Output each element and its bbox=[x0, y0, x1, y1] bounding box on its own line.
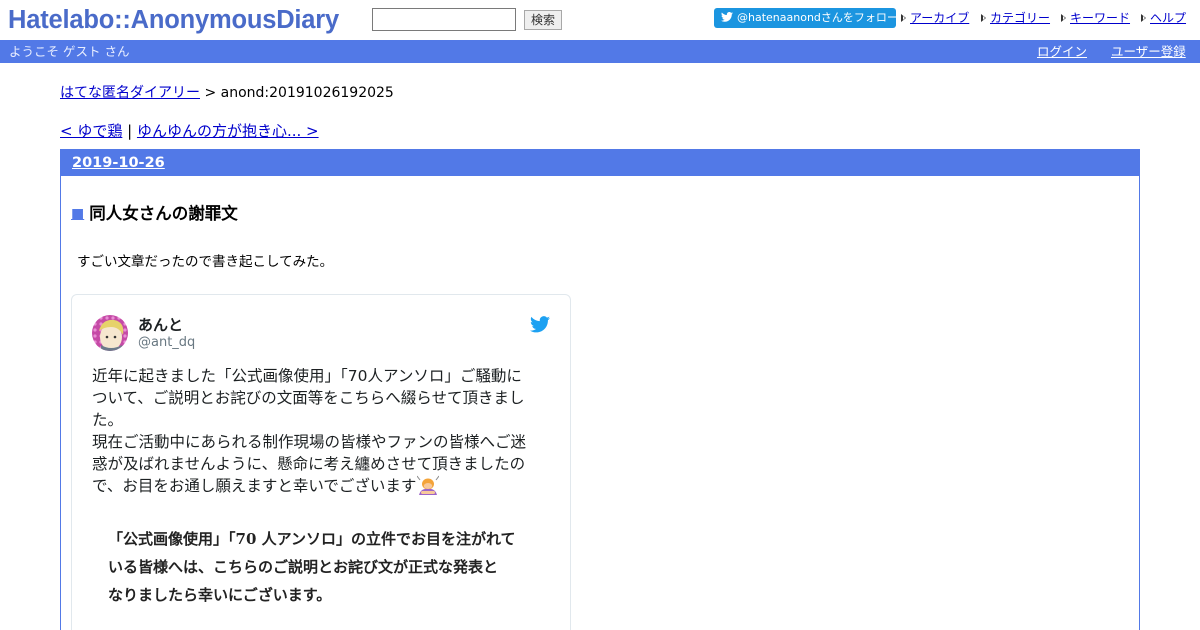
tweet-image-text: 「公式画像使用」「70 人アンソロ」の立件でお目を注がれて いる皆様へは、こちら… bbox=[108, 525, 516, 609]
nav-archive-link[interactable]: アーカイブ bbox=[901, 10, 969, 26]
diary-day-section: 2019-10-26 ■ 同人女さんの謝罪文 すごい文章だったので書き起こしてみた… bbox=[60, 149, 1140, 630]
search-input[interactable] bbox=[372, 8, 516, 31]
breadcrumb-current: anond:20191026192025 bbox=[220, 85, 394, 101]
nav-archive-label: アーカイブ bbox=[910, 11, 970, 25]
tweet-text: 近年に起きました「公式画像使用」「70人アンソロ」ご騒動に ついて、ご説明とお詫… bbox=[92, 365, 552, 497]
breadcrumb-separator: > bbox=[200, 85, 221, 101]
site-logo[interactable]: Hatelabo::AnonymousDiary bbox=[8, 5, 339, 35]
twitter-bird-icon bbox=[721, 12, 733, 22]
tweet-attached-image[interactable]: 「公式画像使用」「70 人アンソロ」の立件でお目を注がれて いる皆様へは、こちら… bbox=[92, 505, 552, 630]
nav-help-label: ヘルプ bbox=[1150, 11, 1187, 25]
nav-category-link[interactable]: カテゴリー bbox=[981, 10, 1050, 26]
entry-title: ■ 同人女さんの謝罪文 bbox=[71, 203, 238, 225]
tweet-text-line: 近年に起きました「公式画像使用」「70人アンソロ」ご騒動に bbox=[92, 367, 522, 385]
day-header: 2019-10-26 bbox=[61, 150, 1139, 176]
tweet-text-line: 惑が及ばれませんように、懸命に考え纏めさせて頂きましたの bbox=[92, 455, 526, 473]
tweet-image-line: なりましたら幸いにございます。 bbox=[108, 586, 332, 604]
tweet-text-line: た。 bbox=[92, 411, 124, 429]
nav-category-label: カテゴリー bbox=[990, 11, 1051, 25]
tweet-image-line: 「公式画像使用」「70 人アンソロ」の立件でお目を注がれて bbox=[108, 530, 516, 548]
entry-title-text: 同人女さんの謝罪文 bbox=[89, 204, 238, 223]
triangle-bullet-icon bbox=[901, 14, 906, 22]
breadcrumb: はてな匿名ダイアリー > anond:20191026192025 bbox=[60, 84, 394, 102]
login-link[interactable]: ログイン bbox=[1037, 43, 1087, 60]
tweet-avatar[interactable] bbox=[92, 315, 128, 351]
tweet-text-line: 現在ご活動中にあられる制作現場の皆様やファンの皆様へご迷 bbox=[92, 433, 527, 451]
tweet-text-line: で、お目をお通し願えますと幸いでございます bbox=[92, 477, 417, 495]
nav-keyword-link[interactable]: キーワード bbox=[1061, 10, 1130, 26]
bowing-person-emoji-icon bbox=[417, 475, 440, 495]
embedded-tweet[interactable]: あんと @ant_dq 近年に起きました「公式画像使用」「70人アンソロ」ご騒動… bbox=[71, 294, 571, 630]
entry-body-text: すごい文章だったので書き起こしてみた。 bbox=[77, 254, 334, 270]
site-header: Hatelabo::AnonymousDiary 検索 @hatenaanond… bbox=[0, 0, 1200, 40]
register-link[interactable]: ユーザー登録 bbox=[1111, 43, 1186, 60]
tweet-text-line-last: で、お目をお通し願えますと幸いでございます bbox=[92, 475, 552, 497]
breadcrumb-home-link[interactable]: はてな匿名ダイアリー bbox=[60, 85, 200, 101]
triangle-bullet-icon bbox=[981, 14, 986, 22]
tweet-author-handle[interactable]: @ant_dq bbox=[138, 334, 195, 351]
nav-keyword-label: キーワード bbox=[1070, 11, 1131, 25]
twitter-follow-button[interactable]: @hatenaanondさんをフォロー bbox=[714, 8, 898, 28]
prev-entry-link[interactable]: < ゆで鶏 bbox=[60, 122, 122, 140]
tweet-text-line: ついて、ご説明とお詫びの文面等をこちらへ綴らせて頂きまし bbox=[92, 389, 525, 407]
day-date-link[interactable]: 2019-10-26 bbox=[72, 154, 165, 172]
search-button[interactable]: 検索 bbox=[524, 10, 562, 30]
twitter-logo-icon[interactable] bbox=[530, 316, 550, 333]
entry-pager: < ゆで鶏 | ゆんゆんの方が抱き心... > bbox=[60, 121, 319, 141]
triangle-bullet-icon bbox=[1141, 14, 1146, 22]
triangle-bullet-icon bbox=[1061, 14, 1066, 22]
entry-permalink-marker[interactable]: ■ bbox=[71, 206, 84, 222]
tweet-author-name[interactable]: あんと bbox=[138, 315, 183, 335]
welcome-text: ようこそ ゲスト さん bbox=[9, 44, 130, 59]
tweet-image-line: いる皆様へは、こちらのご説明とお詫び文が正式な発表と bbox=[108, 558, 499, 576]
nav-help-link[interactable]: ヘルプ bbox=[1141, 10, 1186, 26]
pager-separator: | bbox=[122, 122, 137, 140]
avatar-image bbox=[92, 315, 128, 351]
next-entry-link[interactable]: ゆんゆんの方が抱き心... > bbox=[137, 122, 319, 140]
welcome-bar: ようこそ ゲスト さん ログイン ユーザー登録 bbox=[0, 40, 1200, 63]
twitter-follow-label: @hatenaanondさんをフォロー bbox=[737, 11, 898, 24]
